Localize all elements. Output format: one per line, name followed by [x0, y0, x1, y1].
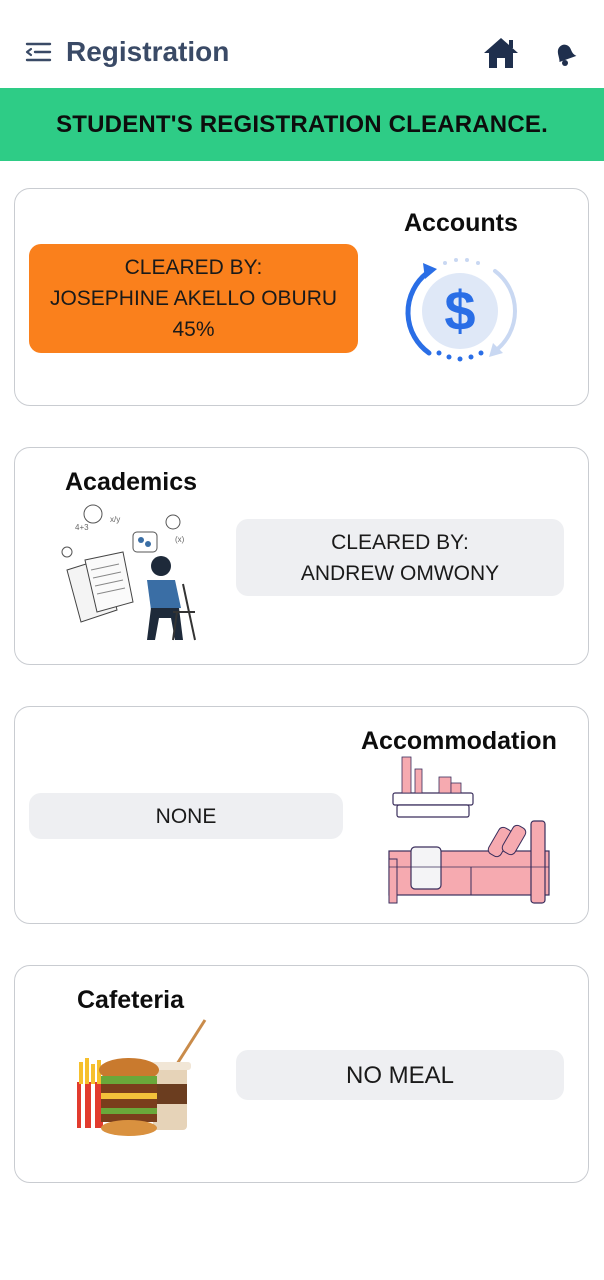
fast-food-illustration	[73, 1018, 209, 1144]
svg-text:$: $	[444, 279, 475, 342]
student-studying-illustration: x/y (x) 4+3	[55, 500, 205, 645]
status-label: CLEARED BY:	[331, 530, 469, 554]
banner-title: STUDENT'S REGISTRATION CLEARANCE.	[56, 110, 548, 138]
accommodation-status: NONE	[29, 793, 343, 839]
svg-text:x/y: x/y	[110, 515, 120, 524]
academics-card[interactable]: Academics x/y (x) 4+3 CLEARED BY: ANDREW…	[14, 447, 589, 665]
progress-percent: 45%	[172, 318, 215, 341]
academics-status: CLEARED BY: ANDREW OMWONY	[236, 519, 564, 596]
card-title: Academics	[65, 468, 198, 496]
app-bar: Registration	[0, 0, 604, 88]
card-title: Accommodation	[361, 727, 557, 755]
status-label: NONE	[155, 804, 217, 828]
menu-icon[interactable]	[24, 40, 52, 68]
accommodation-card[interactable]: Accommodation NONE	[14, 706, 589, 924]
card-title: Accounts	[404, 209, 518, 237]
accounts-card[interactable]: Accounts CLEARED BY: JOSEPHINE AKELLO OB…	[14, 188, 589, 406]
bed-illustration	[385, 755, 551, 905]
svg-text:4+3: 4+3	[75, 523, 89, 532]
cafeteria-status: NO MEAL	[236, 1050, 564, 1100]
status-label: NO MEAL	[345, 1061, 455, 1089]
status-label: CLEARED BY:	[124, 256, 263, 279]
bell-icon[interactable]	[551, 40, 577, 68]
cafeteria-card[interactable]: Cafeteria NO MEAL	[14, 965, 589, 1183]
card-title: Cafeteria	[77, 986, 184, 1014]
dollar-cycle-icon: $	[399, 253, 521, 371]
cleared-by-name: ANDREW OMWONY	[300, 561, 500, 585]
clearance-banner: STUDENT'S REGISTRATION CLEARANCE.	[0, 88, 604, 161]
home-icon[interactable]	[482, 36, 520, 70]
accounts-status: CLEARED BY: JOSEPHINE AKELLO OBURU 45%	[29, 244, 358, 353]
page-title: Registration	[66, 36, 230, 67]
svg-text:(x): (x)	[175, 535, 185, 544]
cleared-by-name: JOSEPHINE AKELLO OBURU	[49, 287, 338, 310]
